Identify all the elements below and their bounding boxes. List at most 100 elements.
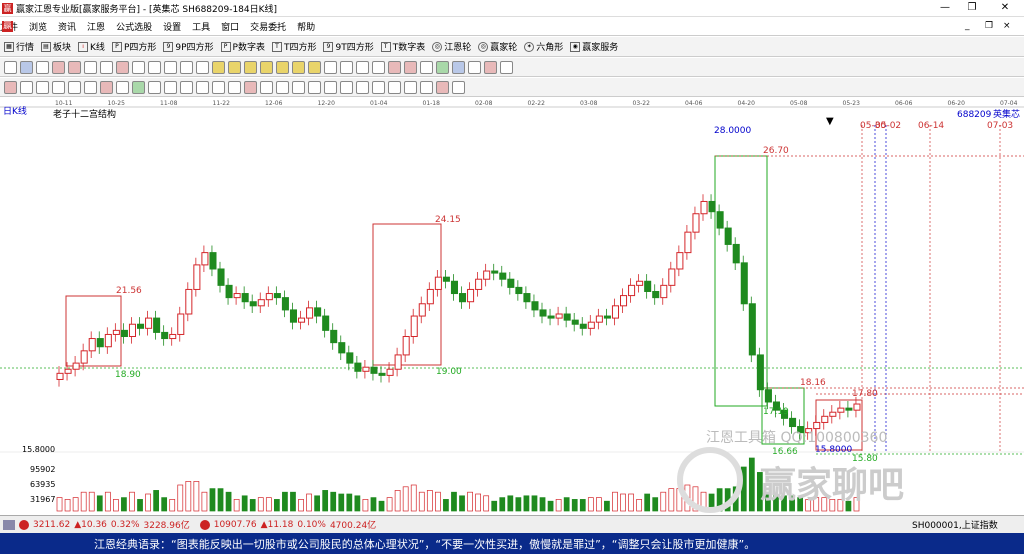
cycle-draw-icon[interactable] [84,80,97,94]
mdi-close-button[interactable]: × [1003,21,1011,31]
diamond-tool-7-icon[interactable] [308,60,321,74]
star-tool-icon[interactable] [372,80,385,94]
ray-draw-icon[interactable] [20,80,33,94]
nav-gann-wheel[interactable]: ◎ 江恩轮 [432,40,471,53]
percent-tool-icon[interactable] [244,80,257,94]
list-tool-icon[interactable] [36,60,49,74]
angle-draw-icon[interactable] [116,80,129,94]
diamond-tool-5-icon[interactable] [276,60,289,74]
flag-tool-icon[interactable] [116,60,129,74]
gann-wheel-icon: ◎ [432,41,443,52]
last-page-icon[interactable] [196,60,209,74]
eraser-tool-icon[interactable] [388,60,401,74]
prev-page-icon[interactable] [148,60,161,74]
menu-settings[interactable]: 设置 [163,20,181,33]
menu-window[interactable]: 窗口 [221,20,239,33]
next-icon[interactable] [180,60,193,74]
palette-tool-icon[interactable] [436,80,449,94]
fib-draw-icon[interactable] [148,80,161,94]
marker-tool-icon[interactable] [100,60,113,74]
first-page-icon[interactable] [132,60,145,74]
nav-quotes[interactable]: ▦ 行情 [4,40,34,53]
mdi-minimize-button[interactable]: _ [965,21,970,31]
magnet-tool-icon[interactable] [420,60,433,74]
minimize-button[interactable]: — [930,0,960,16]
diamond-tool-2-icon[interactable] [228,60,241,74]
fan-draw-icon[interactable] [52,80,65,94]
moon-tool-icon[interactable] [420,80,433,94]
close-button[interactable]: ✕ [990,0,1020,16]
color-tool-icon[interactable] [484,60,497,74]
pencil-tool-icon[interactable] [372,60,385,74]
maximize-button[interactable]: ❐ [957,0,987,16]
volume-bar [338,493,345,512]
ruler-tool-icon[interactable] [276,80,289,94]
print-tool-icon[interactable] [468,60,481,74]
nav-9p-square[interactable]: 9 9P四方形 [163,40,214,53]
nav-hexagon[interactable]: ✶ 六角形 [524,40,563,53]
nav-sectors[interactable]: ▤ 板块 [41,40,71,53]
spiral-tool-icon[interactable] [324,80,337,94]
layout-tool-icon[interactable] [500,60,513,74]
nav-t-square[interactable]: T T四方形 [271,40,316,53]
candle [700,200,708,215]
square-draw-icon[interactable] [132,80,145,94]
kline-chart[interactable]: 日K线 老子十二宫结构 688209 英集芯 ▼ 10-11 10-25 11-08… [0,97,1024,515]
diamond-tool-1-icon[interactable] [212,60,225,74]
diamond-tool-4-icon[interactable] [260,60,273,74]
menu-info[interactable]: 资讯 [58,20,76,33]
wave-tool-icon[interactable] [340,80,353,94]
time-tool-icon[interactable] [292,80,305,94]
crosshair-tool-icon[interactable] [340,60,353,74]
line-draw-icon[interactable] [4,80,17,94]
menu-gann[interactable]: 江恩 [87,20,105,33]
nav-9t-square[interactable]: 9 9T四方形 [323,40,374,53]
candle [539,309,547,317]
gann-fan-icon[interactable] [164,80,177,94]
trend-tool-icon[interactable] [356,60,369,74]
date-tick: 10-11 [55,100,73,107]
menu-help[interactable]: 帮助 [297,20,315,33]
diamond-tool-3-icon[interactable] [244,60,257,74]
menu-trade[interactable]: 交易委托 [250,20,286,33]
nav-kline[interactable]: ı K线 [78,40,105,53]
channel-draw-icon[interactable] [36,80,49,94]
infinity-tool-icon[interactable] [452,80,465,94]
target-tool-icon[interactable] [356,80,369,94]
box-draw-icon[interactable] [100,80,113,94]
text-draw-icon[interactable] [228,80,241,94]
clock-tool-icon[interactable] [388,80,401,94]
bar-tool-icon[interactable] [68,60,81,74]
menu-formula[interactable]: 公式选股 [116,20,152,33]
diamond-tool-6-icon[interactable] [292,60,305,74]
nav-p-table[interactable]: P P数字表 [220,40,265,53]
zoom-tool-icon[interactable] [20,60,33,74]
nav-winner-wheel[interactable]: ◎ 赢家轮 [478,40,517,53]
price-tool-icon[interactable] [308,80,321,94]
candle [716,211,724,229]
save-tool-icon[interactable] [452,60,465,74]
menu-tools[interactable]: 工具 [192,20,210,33]
period-tool-icon[interactable] [260,80,273,94]
nav-t-table[interactable]: T T数字表 [380,40,425,53]
sun-tool-icon[interactable] [404,80,417,94]
grid-tool-icon[interactable] [436,60,449,74]
line-tool-icon[interactable] [84,60,97,74]
status-right[interactable]: SH000001,上证指数 [912,518,998,531]
dropdown-arrow-icon[interactable]: ▼ [826,116,834,127]
nav-p-square[interactable]: P P四方形 [111,40,156,53]
menu-browse[interactable]: 浏览 [29,20,47,33]
cursor-tool-icon[interactable] [4,60,17,74]
hand-tool-icon[interactable] [324,60,337,74]
arrow-draw-icon[interactable] [212,80,225,94]
kline-tool-icon[interactable] [52,60,65,74]
chart-tool-icon[interactable] [404,60,417,74]
arc-draw-icon[interactable] [68,80,81,94]
prev-icon[interactable] [164,60,177,74]
candle [257,299,265,307]
grid-icon[interactable] [3,519,15,530]
mdi-restore-button[interactable]: ❐ [985,21,993,31]
nav-service[interactable]: ◉ 赢家服务 [570,40,618,53]
gann-grid-icon[interactable] [180,80,193,94]
parallel-draw-icon[interactable] [196,80,209,94]
